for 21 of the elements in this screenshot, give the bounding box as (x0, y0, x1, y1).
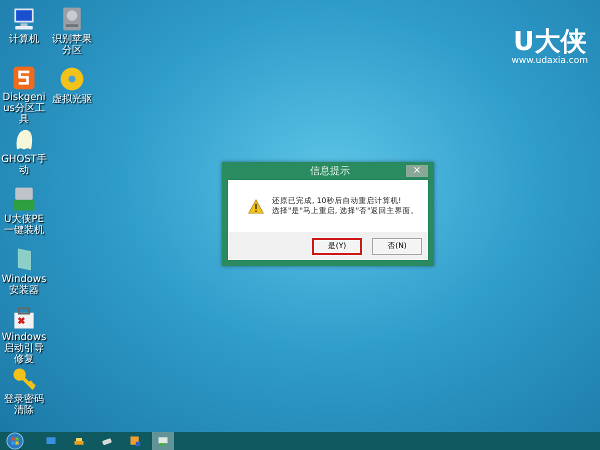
icon-label[interactable]: 识别苹果分区 (48, 34, 96, 56)
monitor-icon (45, 435, 57, 447)
toolbox-icon (73, 435, 85, 447)
warning-icon (248, 198, 264, 214)
icon-label[interactable]: GHOST手动 (0, 154, 48, 176)
icon-label[interactable]: Diskgenius分区工具 (0, 92, 48, 125)
icon-label[interactable]: Windows启动引导修复 (0, 332, 48, 365)
icon-label[interactable]: 登录密码清除 (0, 394, 48, 416)
close-button[interactable]: × (406, 165, 428, 177)
screen-icon (157, 435, 169, 447)
website-url: www.udaxia.com (512, 56, 588, 66)
picture-icon (129, 435, 141, 447)
icon-label[interactable]: 计算机 (0, 34, 48, 45)
icon-label[interactable]: 虚拟光驱 (48, 94, 96, 105)
icon-label[interactable]: U大侠PE一键装机 (0, 214, 48, 236)
taskbar-button[interactable] (152, 432, 174, 450)
brand-logo: U大侠 (513, 28, 586, 56)
icon-label[interactable]: Windows安装器 (0, 274, 48, 296)
disc-icon (58, 65, 86, 93)
start-button[interactable] (6, 432, 24, 450)
dialog-title: 信息提示 (309, 164, 351, 178)
